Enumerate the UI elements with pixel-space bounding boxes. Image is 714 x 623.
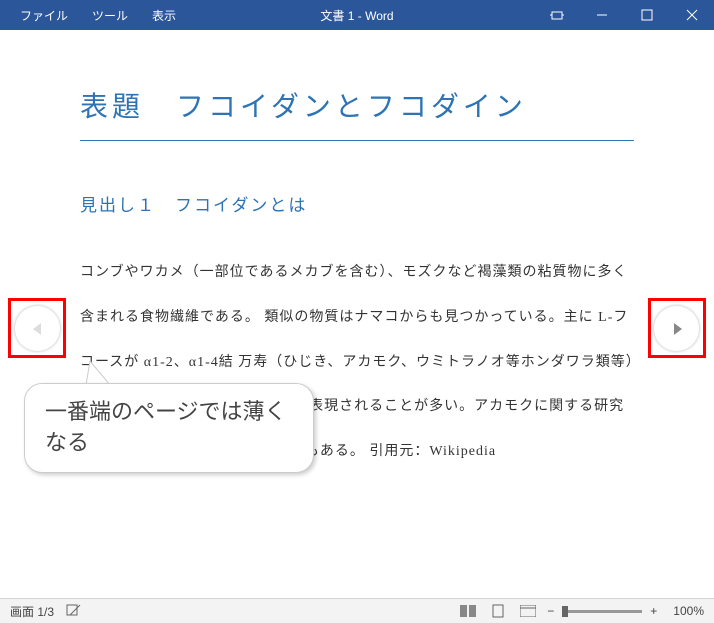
menu-bar: ファイル ツール 表示 (0, 1, 188, 30)
zoom-out-button[interactable]: − (547, 604, 554, 618)
menu-view[interactable]: 表示 (140, 1, 188, 30)
menu-file[interactable]: ファイル (8, 1, 80, 30)
triangle-right-icon (669, 321, 685, 337)
print-layout-button[interactable] (487, 602, 509, 620)
status-right: − + 100% (457, 602, 704, 620)
zoom-slider[interactable] (562, 610, 642, 613)
read-mode-button[interactable] (457, 602, 479, 620)
page-indicator[interactable]: 画面 1/3 (10, 603, 54, 620)
zoom-thumb[interactable] (562, 606, 568, 617)
spellcheck-icon[interactable] (66, 603, 82, 620)
triangle-left-icon (30, 321, 46, 337)
window-controls (534, 0, 714, 30)
zoom-percent[interactable]: 100% (673, 604, 704, 618)
web-layout-button[interactable] (517, 602, 539, 620)
close-button[interactable] (669, 0, 714, 30)
zoom-in-button[interactable]: + (650, 604, 657, 618)
content-area: 表題 フコイダンとフコダイン 見出し１ フコイダンとは コンブやワカメ（一部位で… (0, 30, 714, 598)
callout-text: 一番端のページでは薄くなる (45, 397, 293, 459)
prev-page-button[interactable] (15, 306, 60, 351)
statusbar: 画面 1/3 − + 100% (0, 598, 714, 623)
next-page-button[interactable] (654, 306, 699, 351)
minimize-button[interactable] (579, 0, 624, 30)
maximize-button[interactable] (624, 0, 669, 30)
annotation-callout: 一番端のページでは薄くなる (24, 383, 314, 473)
menu-tools[interactable]: ツール (80, 1, 140, 30)
document-heading: 見出し１ フコイダンとは (80, 191, 634, 216)
status-left: 画面 1/3 (10, 603, 82, 620)
document-title: 表題 フコイダンとフコダイン (80, 85, 634, 141)
titlebar: ファイル ツール 表示 文書 1 - Word (0, 0, 714, 30)
ribbon-display-button[interactable] (534, 0, 579, 30)
